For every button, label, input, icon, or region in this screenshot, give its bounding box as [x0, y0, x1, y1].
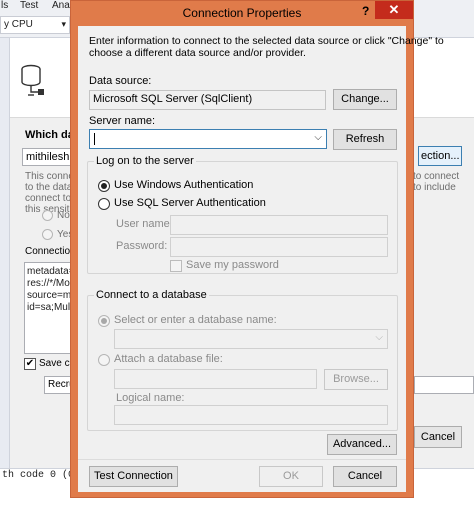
cancel-button[interactable]: Cancel	[333, 466, 397, 487]
include-sensitive-radio[interactable]	[42, 229, 53, 240]
help-icon[interactable]: ?	[362, 4, 369, 18]
close-icon[interactable]: ✕	[375, 1, 413, 19]
exclude-sensitive-radio[interactable]	[42, 210, 53, 221]
logical-name-field[interactable]	[114, 405, 388, 425]
password-field[interactable]	[170, 237, 388, 257]
change-button[interactable]: Change...	[333, 89, 397, 110]
sql-auth-label[interactable]: Use SQL Server Authentication	[114, 197, 266, 209]
user-name-label: User name:	[116, 218, 173, 230]
select-database-label: Select or enter a database name:	[114, 314, 277, 326]
menu-item-test[interactable]: Test	[20, 0, 38, 11]
attach-file-label: Attach a database file:	[114, 353, 223, 365]
dialog-titlebar[interactable]: Connection Properties ? ✕	[71, 1, 413, 26]
user-name-field[interactable]	[170, 215, 388, 235]
connection-string-label: Connection	[25, 246, 76, 257]
logon-group: Log on to the server Use Windows Authent…	[87, 155, 398, 274]
footer-divider	[78, 459, 406, 460]
text-caret	[94, 133, 95, 145]
save-password-checkbox[interactable]	[170, 260, 182, 272]
right-text-line-2: to include	[413, 182, 456, 193]
chevron-down-icon[interactable]: ⌵	[314, 132, 322, 143]
windows-auth-label[interactable]: Use Windows Authentication	[114, 179, 253, 191]
dialog-body: Enter information to connect to the sele…	[78, 26, 444, 492]
instructions-line-1: Enter information to connect to the sele…	[89, 35, 444, 47]
server-name-dropdown[interactable]: ⌵	[89, 129, 327, 149]
database-group: Connect to a database Select or enter a …	[87, 289, 398, 431]
test-connection-button[interactable]: Test Connection	[89, 466, 178, 487]
attach-file-field[interactable]	[114, 369, 317, 389]
instructions-line-2: choose a different data source and/or pr…	[89, 47, 306, 59]
attach-file-radio[interactable]	[98, 354, 110, 366]
database-connection-icon	[21, 64, 44, 96]
data-source-label: Data source:	[89, 75, 152, 87]
browse-button[interactable]: Browse...	[324, 369, 388, 390]
wizard-cancel-button[interactable]: Cancel	[414, 426, 462, 448]
ok-button[interactable]: OK	[259, 466, 323, 487]
logon-group-title: Log on to the server	[94, 155, 196, 167]
new-connection-button[interactable]: ection...	[418, 146, 462, 166]
platform-dropdown[interactable]: y CPU	[0, 16, 70, 34]
server-name-label: Server name:	[89, 115, 156, 127]
logical-name-label: Logical name:	[116, 392, 185, 404]
menu-item-analyze[interactable]: Anal	[52, 0, 72, 11]
windows-auth-radio[interactable]	[98, 180, 110, 192]
select-database-radio[interactable]	[98, 315, 110, 327]
vs-left-toolstrip	[0, 38, 10, 468]
refresh-button[interactable]: Refresh	[333, 129, 397, 150]
save-password-label: Save my password	[186, 259, 279, 271]
database-group-title: Connect to a database	[94, 289, 209, 301]
sql-auth-radio[interactable]	[98, 198, 110, 210]
advanced-button[interactable]: Advanced...	[327, 434, 397, 455]
right-text-line-1: to connect	[413, 171, 460, 182]
database-name-dropdown[interactable]: ⌵	[114, 329, 388, 349]
save-connection-name-field-right[interactable]	[414, 376, 474, 394]
connection-properties-dialog: Connection Properties ? ✕ Enter informat…	[70, 0, 444, 498]
save-connection-checkbox[interactable]: ✔	[24, 358, 36, 370]
menu-item-tools[interactable]: ls	[1, 0, 8, 11]
data-source-field: Microsoft SQL Server (SqlClient)	[89, 90, 326, 110]
chevron-down-icon[interactable]: ⌵	[375, 332, 383, 343]
password-label: Password:	[116, 240, 168, 252]
